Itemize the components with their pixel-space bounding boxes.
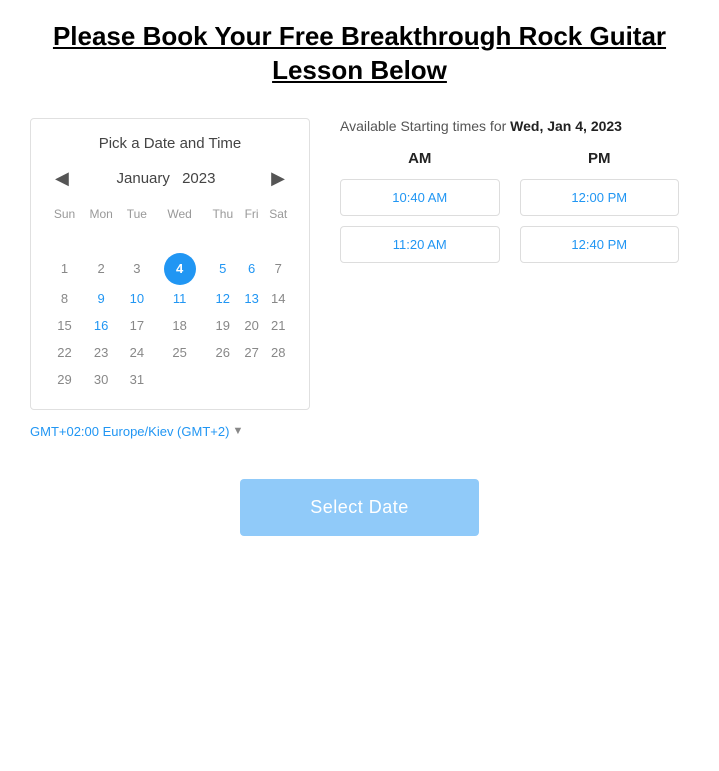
- calendar-day: [240, 366, 264, 393]
- calendar-day: [82, 241, 120, 253]
- calendar-day: 26: [206, 339, 240, 366]
- calendar-header: ◀ January 2023 ▶: [47, 166, 293, 191]
- dow-header: Sun: [47, 203, 82, 229]
- calendar-day: 19: [206, 312, 240, 339]
- calendar-day: [206, 241, 240, 253]
- calendar-day: [263, 241, 293, 253]
- calendar-day: 24: [120, 339, 153, 366]
- calendar-day[interactable]: 12: [206, 285, 240, 312]
- calendar-day: 30: [82, 366, 120, 393]
- am-header: AM: [340, 150, 500, 167]
- dow-header: Sat: [263, 203, 293, 229]
- calendar-day: 22: [47, 339, 82, 366]
- calendar-day: [153, 366, 205, 393]
- prev-month-button[interactable]: ◀: [47, 166, 77, 191]
- calendar-day: 8: [47, 285, 82, 312]
- calendar-day[interactable]: 13: [240, 285, 264, 312]
- calendar-day: 25: [153, 339, 205, 366]
- dow-header: Thu: [206, 203, 240, 229]
- calendar-day: 2: [82, 253, 120, 285]
- calendar-day: 23: [82, 339, 120, 366]
- calendar-day: 14: [263, 285, 293, 312]
- dow-header: Mon: [82, 203, 120, 229]
- calendar-day: [153, 241, 205, 253]
- calendar-day: 18: [153, 312, 205, 339]
- calendar-day: [263, 366, 293, 393]
- pm-timeslot[interactable]: 12:40 PM: [520, 226, 680, 263]
- calendar-day: 7: [263, 253, 293, 285]
- calendar-grid: SunMonTueWedThuFriSat 123456789101112131…: [47, 203, 293, 393]
- calendar-day: 21: [263, 312, 293, 339]
- calendar-day[interactable]: 10: [120, 285, 153, 312]
- pm-column: PM 12:00 PM 12:40 PM: [520, 150, 680, 273]
- calendar-day: [47, 241, 82, 253]
- select-date-button[interactable]: Select Date: [240, 479, 479, 536]
- calendar-day: 3: [120, 253, 153, 285]
- month-label: January: [117, 170, 170, 187]
- calendar-day: 17: [120, 312, 153, 339]
- pm-timeslot[interactable]: 12:00 PM: [520, 179, 680, 216]
- timezone-row: GMT+02:00 Europe/Kiev (GMT+2) ▼: [20, 424, 699, 439]
- calendar-day[interactable]: 9: [82, 285, 120, 312]
- calendar-day[interactable]: 11: [153, 285, 205, 312]
- am-timeslot[interactable]: 11:20 AM: [340, 226, 500, 263]
- year-label: 2023: [182, 170, 215, 187]
- calendar-day: 15: [47, 312, 82, 339]
- main-container: Pick a Date and Time ◀ January 2023 ▶ Su…: [20, 118, 699, 410]
- page-title: Please Book Your Free Breakthrough Rock …: [30, 20, 690, 88]
- calendar-day: [206, 366, 240, 393]
- calendar-day: 27: [240, 339, 264, 366]
- calendar-day: 1: [47, 253, 82, 285]
- calendar-section: Pick a Date and Time ◀ January 2023 ▶ Su…: [30, 118, 310, 410]
- calendar-day[interactable]: 6: [240, 253, 264, 285]
- calendar-day: 31: [120, 366, 153, 393]
- time-columns: AM 10:40 AM 11:20 AM PM 12:00 PM 12:40 PM: [340, 150, 679, 273]
- calendar-day[interactable]: 5: [206, 253, 240, 285]
- selected-date-label: Wed, Jan 4, 2023: [510, 118, 622, 134]
- calendar-day: 29: [47, 366, 82, 393]
- timezone-label: GMT+02:00 Europe/Kiev (GMT+2): [30, 424, 229, 439]
- calendar-day[interactable]: 4: [153, 253, 205, 285]
- calendar-day: 28: [263, 339, 293, 366]
- pick-label: Pick a Date and Time: [47, 135, 293, 152]
- month-year-label: January 2023: [117, 170, 224, 187]
- dow-header: Fri: [240, 203, 264, 229]
- calendar-day: [240, 241, 264, 253]
- pm-header: PM: [520, 150, 680, 167]
- dow-header: Wed: [153, 203, 205, 229]
- calendar-day[interactable]: 16: [82, 312, 120, 339]
- dow-header: Tue: [120, 203, 153, 229]
- am-timeslot[interactable]: 10:40 AM: [340, 179, 500, 216]
- available-label: Available Starting times for Wed, Jan 4,…: [340, 118, 679, 134]
- timezone-dropdown-arrow[interactable]: ▼: [229, 425, 243, 437]
- next-month-button[interactable]: ▶: [263, 166, 293, 191]
- timeslot-section: Available Starting times for Wed, Jan 4,…: [330, 118, 689, 410]
- calendar-day: [120, 241, 153, 253]
- calendar-day: 20: [240, 312, 264, 339]
- am-column: AM 10:40 AM 11:20 AM: [340, 150, 500, 273]
